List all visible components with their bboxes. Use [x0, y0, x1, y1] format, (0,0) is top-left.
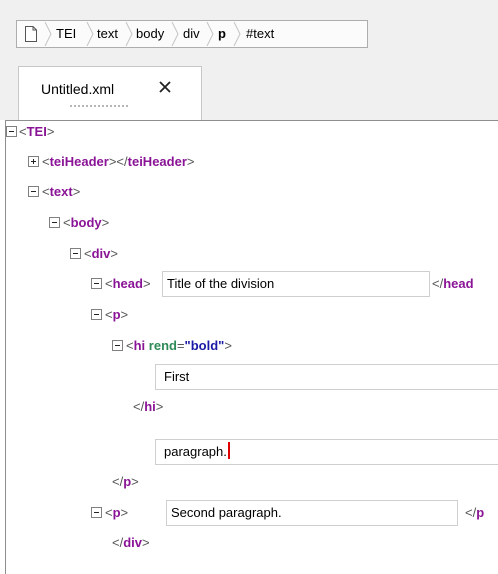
element-name: body — [70, 215, 102, 230]
collapse-icon[interactable] — [6, 126, 17, 137]
tree-node-teiheader[interactable]: <teiHeader></teiHeader> — [6, 151, 406, 173]
tab-grip — [70, 105, 130, 107]
element-name: hi — [133, 338, 146, 353]
collapse-icon[interactable] — [91, 507, 102, 518]
text-caret — [227, 442, 230, 459]
attribute-name: rend — [148, 338, 177, 353]
head-text-field[interactable]: Title of the division — [162, 271, 430, 297]
element-name: p — [112, 505, 121, 520]
tab-bar: Untitled.xml — [0, 62, 498, 120]
tree-node-p[interactable]: <p> — [6, 304, 206, 326]
tab-label: Untitled.xml — [41, 81, 115, 97]
element-name: TEI — [26, 124, 47, 139]
expand-icon[interactable] — [28, 156, 39, 167]
breadcrumb-bar: TEI text body div p #text — [0, 0, 498, 62]
collapse-icon[interactable] — [91, 278, 102, 289]
collapse-icon[interactable] — [28, 186, 39, 197]
breadcrumb-item-p[interactable]: p — [218, 26, 226, 42]
element-name: p — [112, 307, 121, 322]
collapse-icon[interactable] — [70, 248, 81, 259]
document-icon[interactable] — [24, 26, 38, 42]
tree-node-body[interactable]: <body> — [6, 212, 206, 234]
element-name-close: teiHeader — [127, 154, 187, 169]
breadcrumb-separator — [171, 22, 179, 46]
breadcrumb-separator — [44, 22, 52, 46]
element-name: head — [112, 276, 143, 291]
collapse-icon[interactable] — [112, 340, 123, 351]
close-icon[interactable] — [155, 77, 175, 97]
element-name: div — [91, 246, 111, 261]
p-close-tag: </p> — [112, 474, 139, 489]
element-name: teiHeader — [49, 154, 109, 169]
element-name: text — [49, 184, 73, 199]
xml-editor[interactable]: <TEI> <teiHeader></teiHeader> <text> <bo… — [5, 120, 498, 574]
hi-text-field[interactable]: First — [155, 364, 498, 390]
attribute-value: bold — [190, 338, 219, 353]
p2-close-tag: </p — [465, 505, 485, 520]
collapse-icon[interactable] — [91, 309, 102, 320]
collapse-icon[interactable] — [49, 217, 60, 228]
p-text-field[interactable]: paragraph. — [155, 439, 498, 465]
tree-node-text[interactable]: <text> — [6, 181, 206, 203]
p2-text-field[interactable]: Second paragraph. — [166, 500, 458, 526]
breadcrumb-item-text-node[interactable]: #text — [246, 26, 274, 42]
breadcrumb-separator — [125, 22, 133, 46]
breadcrumb-item-body[interactable]: body — [136, 26, 164, 42]
breadcrumb: TEI text body div p #text — [16, 20, 368, 48]
tree-node-div[interactable]: <div> — [6, 243, 206, 265]
tree-node-hi[interactable]: <hi rend="bold"> — [6, 335, 306, 357]
breadcrumb-item-tei[interactable]: TEI — [56, 26, 76, 42]
hi-close-tag: </hi> — [133, 399, 164, 414]
tab-untitled-xml[interactable]: Untitled.xml — [18, 66, 202, 120]
div-close-tag: </div> — [112, 535, 150, 550]
breadcrumb-separator — [206, 22, 214, 46]
breadcrumb-item-div[interactable]: div — [183, 26, 200, 42]
breadcrumb-item-text[interactable]: text — [97, 26, 118, 42]
breadcrumb-separator — [86, 22, 94, 46]
breadcrumb-separator — [233, 22, 241, 46]
head-close-tag: </head — [432, 276, 474, 291]
tree-node-tei[interactable]: <TEI> — [6, 121, 206, 143]
